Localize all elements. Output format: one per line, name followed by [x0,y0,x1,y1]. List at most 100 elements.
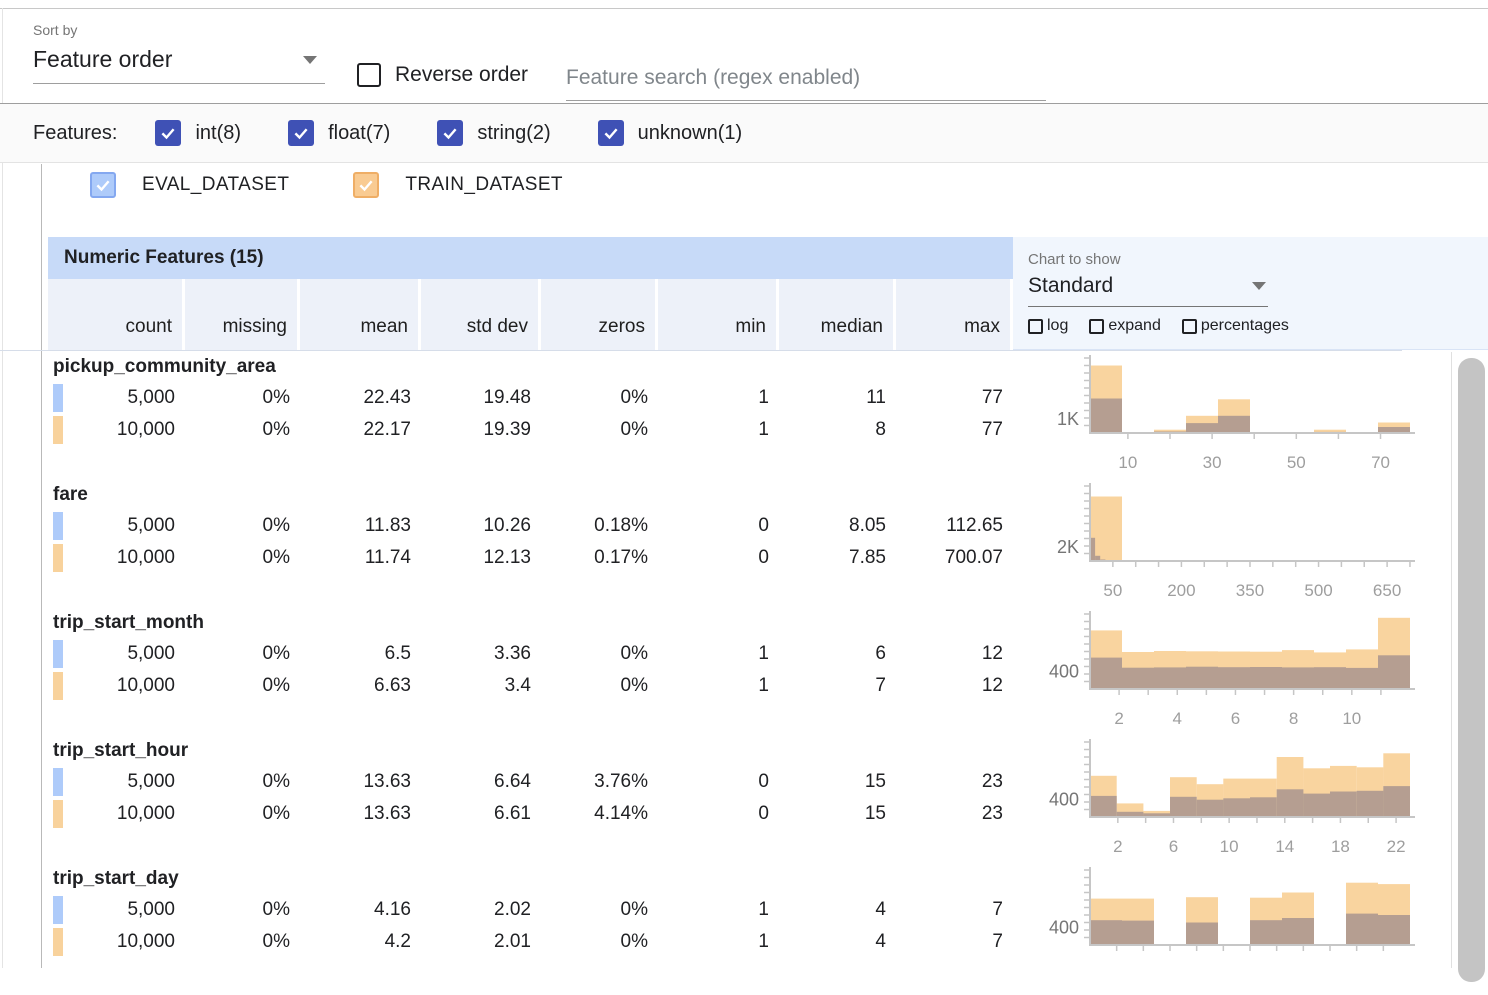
stat-value: 0% [185,771,300,793]
table-row-train-dataset: 10,0000%13.636.614.14%01523 [48,798,1013,830]
svg-text:400: 400 [1049,789,1079,809]
svg-text:10: 10 [1118,453,1137,472]
filter-unknown-1-[interactable]: unknown(1) [598,120,743,146]
stat-value: 0.17% [541,547,658,569]
column-header-row: countmissingmeanstd devzerosminmedianmax [48,279,1013,350]
stat-value: 15 [779,771,896,793]
dataset-color-chip [53,672,63,700]
stat-value: 2.02 [421,899,541,921]
stat-value: 0.18% [541,515,658,537]
histogram-chart: 400246810 [1013,606,1450,734]
stat-value: 2.01 [421,931,541,953]
filter-string-2-[interactable]: string(2) [437,120,550,146]
sort-by-label: Sort by [33,22,325,38]
stat-value: 6 [779,643,896,665]
svg-text:10: 10 [1342,709,1361,728]
stat-value: 4 [779,899,896,921]
table-row-train-dataset: 10,0000%22.1719.390%1877 [48,414,1013,446]
search-input[interactable] [566,60,1046,101]
stat-value: 12 [896,643,1013,665]
stat-value: 15 [779,803,896,825]
feature-type-filter-list: int(8) float(7) string(2) unknown(1) [117,120,742,146]
stat-value: 0% [185,515,300,537]
checkbox-checked-icon [598,120,624,146]
stat-value: 1 [658,931,779,953]
checkbox-unchecked-icon [1028,319,1043,334]
dataset-color-chip [53,640,63,668]
stat-value: 10,000 [48,931,185,953]
chart-option-log[interactable]: log [1028,317,1068,335]
reverse-order-label: Reverse order [395,63,528,87]
histogram-chart: 1K10305070 [1013,350,1450,478]
stat-value: 13.63 [300,771,421,793]
stat-value: 0 [658,515,779,537]
stat-value: 22.43 [300,387,421,409]
check-icon [441,124,459,142]
histogram-pickup-community-area: 1K10305070 [1013,350,1450,478]
vertical-scrollbar[interactable] [1451,352,1488,968]
stat-value: 1 [658,643,779,665]
feature-block-trip-start-day: trip_start_day5,0000%4.162.020%14710,000… [48,862,1013,990]
toolbar: Sort by Feature order Reverse order [0,8,1488,103]
stat-value: 0% [185,899,300,921]
stat-value: 0% [185,803,300,825]
checkbox-checked-icon [90,172,116,198]
stat-value: 11.74 [300,547,421,569]
feature-name: fare [48,484,1013,510]
histogram-trip-start-day: 400 [1013,862,1450,990]
table-row-train-dataset: 10,0000%11.7412.130.17%07.85700.07 [48,542,1013,574]
stat-value: 8 [779,419,896,441]
chart-type-select[interactable]: Standard [1028,274,1268,307]
stat-value: 10.26 [421,515,541,537]
stat-value: 19.48 [421,387,541,409]
feature-block-trip-start-month: trip_start_month5,0000%6.53.360%161210,0… [48,606,1013,734]
table-row-eval-dataset: 5,0000%13.636.643.76%01523 [48,766,1013,798]
filter-label: unknown(1) [638,122,743,145]
stat-value: 23 [896,803,1013,825]
feature-rows: pickup_community_area5,0000%22.4319.480%… [48,350,1013,990]
check-icon [94,176,112,194]
column-header-zeros: zeros [541,279,658,350]
stat-value: 11.83 [300,515,421,537]
svg-text:22: 22 [1387,837,1406,856]
stat-value: 3.76% [541,771,658,793]
feature-block-trip-start-hour: trip_start_hour5,0000%13.636.643.76%0152… [48,734,1013,862]
column-header-median: median [779,279,896,350]
reverse-order-checkbox[interactable]: Reverse order [357,63,528,87]
chart-panel: Chart to show Standard logexpandpercenta… [1013,237,1488,968]
stat-value: 6.5 [300,643,421,665]
scrollbar-thumb[interactable] [1458,358,1485,982]
chart-option-percentages[interactable]: percentages [1182,317,1289,335]
filter-int-8-[interactable]: int(8) [155,120,241,146]
stat-value: 0 [658,771,779,793]
stat-value: 0 [658,547,779,569]
stat-value: 0 [658,803,779,825]
chart-option-label: log [1047,317,1068,335]
stat-value: 0% [541,387,658,409]
filter-float-7-[interactable]: float(7) [288,120,390,146]
table-row-eval-dataset: 5,0000%4.162.020%147 [48,894,1013,926]
legend-train-dataset[interactable]: TRAIN_DATASET [353,172,563,198]
legend-eval-dataset[interactable]: EVAL_DATASET [90,172,289,198]
table-row-eval-dataset: 5,0000%11.8310.260.18%08.05112.65 [48,510,1013,542]
stat-value: 7 [896,931,1013,953]
column-header-max: max [896,279,1013,350]
feature-search [566,60,1046,101]
svg-text:650: 650 [1373,581,1401,600]
feature-name: trip_start_month [48,612,1013,638]
stat-value: 7.85 [779,547,896,569]
table-row-train-dataset: 10,0000%6.633.40%1712 [48,670,1013,702]
stat-value: 6.61 [421,803,541,825]
chart-controls: Chart to show Standard logexpandpercenta… [1013,237,1488,350]
svg-text:50: 50 [1103,581,1122,600]
stat-value: 700.07 [896,547,1013,569]
column-header-missing: missing [185,279,300,350]
stat-value: 1 [658,387,779,409]
stat-value: 0% [185,931,300,953]
stat-value: 0% [185,547,300,569]
sort-by-select[interactable]: Feature order [33,46,325,84]
feature-name: trip_start_hour [48,740,1013,766]
stat-value: 0% [541,675,658,697]
chart-option-expand[interactable]: expand [1089,317,1161,335]
stat-value: 0% [541,899,658,921]
